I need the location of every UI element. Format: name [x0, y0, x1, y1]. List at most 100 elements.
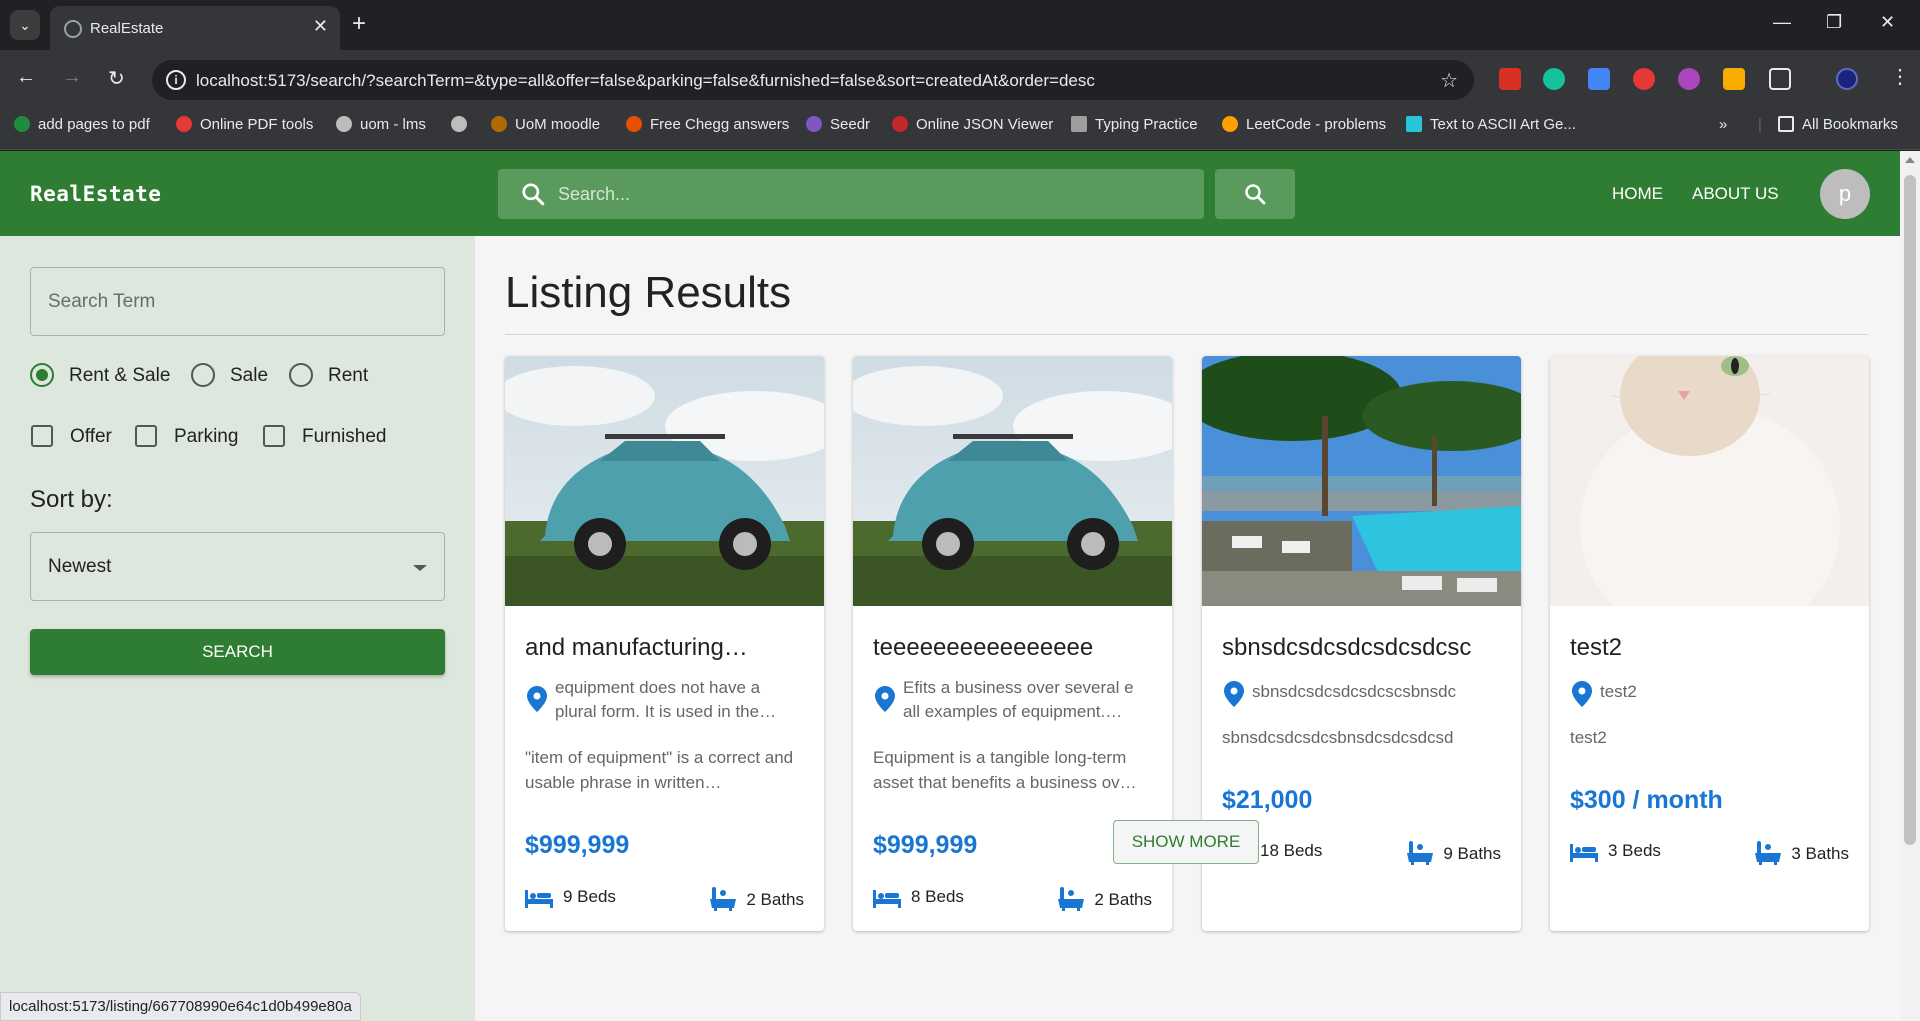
bed-icon	[525, 890, 553, 908]
sidebar-search-button[interactable]: SEARCH	[30, 629, 445, 675]
checkbox-unchecked-icon[interactable]	[135, 425, 157, 447]
bookmark-item[interactable]: Typing Practice	[1071, 116, 1198, 133]
folder-icon	[1778, 116, 1794, 132]
sort-select-value: Newest	[48, 556, 112, 577]
listing-title[interactable]: and manufacturing…	[525, 634, 805, 662]
block-icon[interactable]	[1633, 68, 1655, 90]
listing-beds: 8 Beds	[873, 887, 964, 908]
listing-image[interactable]	[505, 356, 824, 606]
bookmark-item[interactable]: Online JSON Viewer	[892, 116, 1053, 133]
browser-menu-icon[interactable]: ⋮	[1890, 64, 1910, 89]
listing-image[interactable]	[853, 356, 1172, 606]
bookmark-item[interactable]: UoM moodle	[491, 116, 600, 133]
show-more-button[interactable]: SHOW MORE	[1113, 820, 1259, 864]
listing-results: Listing Results and manufacturing… equip…	[475, 236, 1900, 1021]
extension-icon[interactable]	[1723, 68, 1745, 90]
restore-button[interactable]: ❐	[1826, 12, 1842, 33]
listing-address: equipment does not have a plural form. I…	[555, 678, 777, 721]
listing-image[interactable]	[1202, 356, 1521, 606]
bookmarks-overflow-icon[interactable]: »	[1719, 116, 1727, 133]
bookmark-item[interactable]: uom - lms	[336, 116, 426, 133]
dropdown-arrow-icon	[413, 565, 427, 571]
nav-about-link[interactable]: ABOUT US	[1692, 184, 1779, 204]
listing-address: test2	[1600, 682, 1637, 701]
address-bar[interactable]: i localhost:5173/search/?searchTerm=&typ…	[152, 60, 1474, 100]
listing-price: $300 / month	[1570, 786, 1723, 814]
browser-tab[interactable]: RealEstate ✕	[50, 6, 340, 50]
search-term-input[interactable]	[30, 267, 445, 336]
extensions-puzzle-icon[interactable]	[1769, 68, 1791, 90]
listing-price: $21,000	[1222, 786, 1313, 814]
close-window-button[interactable]: ✕	[1880, 12, 1895, 33]
bed-icon	[873, 890, 901, 908]
listing-price: $999,999	[525, 831, 630, 859]
bookmark-item[interactable]: Seedr	[806, 116, 870, 133]
listing-card[interactable]: test2 test2 test2 $300 / month 3 Beds 3 …	[1550, 356, 1869, 931]
bookmark-item[interactable]: Text to ASCII Art Ge...	[1406, 116, 1576, 133]
listing-description: Equipment is a tangible long-term asset …	[873, 748, 1137, 792]
page-title: Listing Results	[505, 268, 792, 317]
bookmark-item[interactable]: LeetCode - problems	[1222, 116, 1386, 133]
reload-button[interactable]: ↻	[108, 66, 125, 91]
search-icon	[520, 181, 546, 212]
tab-title: RealEstate	[90, 20, 164, 37]
listing-baths: 9 Baths	[1407, 841, 1501, 865]
grammarly-icon[interactable]	[1543, 68, 1565, 90]
location-pin-icon	[527, 686, 547, 712]
sort-label: Sort by:	[30, 486, 113, 513]
bath-icon	[1755, 841, 1782, 865]
bookmark-item[interactable]	[451, 116, 475, 133]
globe-icon	[64, 20, 82, 38]
header-search-box[interactable]	[498, 169, 1204, 219]
minimize-button[interactable]: —	[1773, 12, 1791, 33]
bookmarks-separator: |	[1758, 116, 1762, 133]
site-info-icon[interactable]: i	[166, 70, 186, 90]
search-icon	[1243, 182, 1267, 211]
listing-description: sbnsdcsdcsdcsbnsdcsdcsdcsd	[1222, 728, 1454, 747]
checkbox-unchecked-icon[interactable]	[263, 425, 285, 447]
bookmark-item[interactable]: Online PDF tools	[176, 116, 313, 133]
extension-icon[interactable]	[1499, 68, 1521, 90]
radio-checked-icon[interactable]	[30, 363, 54, 387]
bath-icon	[1407, 841, 1434, 865]
listing-image[interactable]	[1550, 356, 1869, 606]
scroll-up-arrow-icon[interactable]	[1905, 157, 1915, 163]
page-scrollbar[interactable]	[1900, 151, 1920, 1021]
listing-address: Efits a business over several e all exam…	[903, 678, 1134, 721]
listing-title[interactable]: teeeeeeeeeeeeeeee	[873, 634, 1153, 662]
link-status-bar: localhost:5173/listing/667708990e64c1d0b…	[0, 992, 361, 1021]
bookmark-star-icon[interactable]: ☆	[1440, 68, 1458, 93]
listing-card[interactable]: and manufacturing… equipment does not ha…	[505, 356, 824, 931]
tab-close-icon[interactable]: ✕	[313, 16, 328, 37]
checkbox-unchecked-icon[interactable]	[31, 425, 53, 447]
sort-select[interactable]: Newest	[30, 532, 445, 601]
listing-beds: 9 Beds	[525, 887, 616, 908]
avatar[interactable]: p	[1820, 169, 1870, 219]
header-search-button[interactable]	[1215, 169, 1295, 219]
address-url[interactable]: localhost:5173/search/?searchTerm=&type=…	[196, 71, 1095, 91]
all-bookmarks-button[interactable]: All Bookmarks	[1778, 116, 1898, 133]
back-button[interactable]: ←	[16, 66, 36, 89]
forward-button[interactable]: →	[62, 66, 82, 89]
listing-title[interactable]: sbnsdcsdcsdcsdcsdcsc	[1222, 634, 1502, 662]
listing-title[interactable]: test2	[1570, 634, 1850, 662]
location-pin-icon	[1572, 681, 1592, 707]
radio-unchecked-icon[interactable]	[191, 363, 215, 387]
bed-icon	[1570, 844, 1598, 862]
new-tab-button[interactable]: +	[352, 10, 366, 38]
tab-search-menu-button[interactable]: ⌄	[10, 10, 40, 40]
radio-unchecked-icon[interactable]	[289, 363, 313, 387]
listing-baths: 2 Baths	[710, 887, 804, 911]
scrollbar-thumb[interactable]	[1904, 175, 1916, 845]
listing-baths: 3 Baths	[1755, 841, 1849, 865]
profile-icon[interactable]	[1836, 68, 1858, 90]
bath-icon	[710, 887, 737, 911]
bookmark-item[interactable]: add pages to pdf	[14, 116, 150, 133]
bookmark-item[interactable]: Free Chegg answers	[626, 116, 789, 133]
brand-logo[interactable]: RealEstate	[30, 182, 161, 206]
color-picker-icon[interactable]	[1678, 68, 1700, 90]
translate-icon[interactable]	[1588, 68, 1610, 90]
nav-home-link[interactable]: HOME	[1612, 184, 1663, 204]
header-search-input[interactable]	[558, 182, 1178, 206]
app-header: RealEstate HOME ABOUT US p	[0, 151, 1900, 236]
